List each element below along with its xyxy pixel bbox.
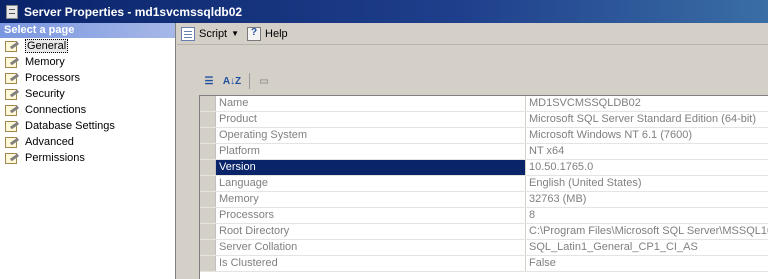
page-item-connections[interactable]: Connections: [0, 102, 175, 118]
page-item-permissions[interactable]: Permissions: [0, 150, 175, 166]
page-item-label: Database Settings: [25, 120, 115, 132]
row-gutter: [200, 128, 216, 143]
property-value[interactable]: MD1SVCMSSQLDB02: [526, 96, 768, 111]
page-item-label: Memory: [25, 56, 65, 68]
property-grid-toolbar: ☰ A↓Z ▭: [199, 71, 277, 91]
page-item-general[interactable]: General: [0, 38, 175, 54]
page-item-memory[interactable]: Memory: [0, 54, 175, 70]
window-title: Server Properties - md1svcmssqldb02: [24, 4, 243, 19]
property-name[interactable]: Product: [216, 112, 526, 127]
categorized-icon[interactable]: ☰: [199, 72, 219, 90]
property-value[interactable]: Microsoft Windows NT 6.1 (7600): [526, 128, 768, 143]
property-name[interactable]: Processors: [216, 208, 526, 223]
property-value[interactable]: Microsoft SQL Server Standard Edition (6…: [526, 112, 768, 127]
alphabetical-sort-button[interactable]: A↓Z: [222, 72, 242, 90]
property-row[interactable]: Platform NT x64: [200, 144, 768, 160]
page-item-security[interactable]: Security: [0, 86, 175, 102]
server-icon: [6, 4, 18, 19]
property-name[interactable]: Server Collation: [216, 240, 526, 255]
property-row[interactable]: Is Clustered False: [200, 256, 768, 272]
help-button[interactable]: Help: [247, 26, 288, 41]
property-value[interactable]: C:\Program Files\Microsoft SQL Server\MS…: [526, 224, 768, 239]
page-settings-icon: [4, 152, 20, 165]
page-item-label: General: [25, 39, 69, 53]
toolbar-separator: [249, 73, 250, 89]
property-row[interactable]: Version 10.50.1765.0: [200, 160, 768, 176]
property-name[interactable]: Language: [216, 176, 526, 191]
title-bar[interactable]: Server Properties - md1svcmssqldb02: [0, 0, 768, 23]
row-gutter: [200, 208, 216, 223]
page-list: General Memory Processors Security Connectio…: [0, 38, 175, 166]
page-item-label: Permissions: [25, 152, 85, 164]
main-toolbar: Script ▼ Help: [177, 23, 768, 45]
row-gutter: [200, 176, 216, 191]
help-label: Help: [265, 27, 288, 40]
property-value[interactable]: False: [526, 256, 768, 271]
page-settings-icon: [4, 56, 20, 69]
property-row[interactable]: Product Microsoft SQL Server Standard Edi…: [200, 112, 768, 128]
page-item-label: Security: [25, 88, 65, 100]
page-settings-icon: [4, 72, 20, 85]
page-item-label: Advanced: [25, 136, 74, 148]
page-settings-icon: [4, 120, 20, 133]
property-name[interactable]: Is Clustered: [216, 256, 526, 271]
property-row[interactable]: Server Collation SQL_Latin1_General_CP1_C…: [200, 240, 768, 256]
property-name[interactable]: Memory: [216, 192, 526, 207]
properties-pane: Script ▼ Help ☰ A↓Z ▭ NameMD1SVCMSSQLDB0…: [177, 23, 768, 279]
row-gutter: [200, 256, 216, 271]
property-value[interactable]: 10.50.1765.0: [526, 160, 768, 175]
property-row[interactable]: Root Directory C:\Program Files\Microsoft…: [200, 224, 768, 240]
page-item-database-settings[interactable]: Database Settings: [0, 118, 175, 134]
row-gutter: [200, 112, 216, 127]
property-pages-icon[interactable]: ▭: [254, 72, 274, 90]
page-settings-icon: [4, 136, 20, 149]
property-value[interactable]: NT x64: [526, 144, 768, 159]
property-row[interactable]: Language English (United States): [200, 176, 768, 192]
row-gutter: [200, 224, 216, 239]
select-page-pane: Select a page General Memory Processors Sec…: [0, 23, 176, 279]
page-settings-icon: [4, 104, 20, 117]
page-item-advanced[interactable]: Advanced: [0, 134, 175, 150]
property-row[interactable]: Memory 32763 (MB): [200, 192, 768, 208]
page-item-label: Processors: [25, 72, 81, 84]
row-gutter: [200, 96, 216, 111]
property-row[interactable]: Processors 8: [200, 208, 768, 224]
script-label: Script: [199, 27, 228, 40]
page-settings-icon: [4, 88, 20, 101]
help-icon: [247, 26, 262, 41]
page-settings-icon: [4, 40, 20, 53]
property-value[interactable]: 32763 (MB): [526, 192, 768, 207]
property-name[interactable]: Name: [216, 96, 526, 111]
row-gutter: [200, 144, 216, 159]
row-gutter: [200, 240, 216, 255]
alphabetical-icon: A↓Z: [222, 75, 242, 87]
page-item-label: Connections: [25, 104, 87, 116]
property-row[interactable]: Name MD1SVCMSSQLDB02: [200, 96, 768, 112]
property-value[interactable]: 8: [526, 208, 768, 223]
property-name[interactable]: Root Directory: [216, 224, 526, 239]
property-value[interactable]: SQL_Latin1_General_CP1_CI_AS: [526, 240, 768, 255]
property-name[interactable]: Version: [216, 160, 526, 175]
page-item-processors[interactable]: Processors: [0, 70, 175, 86]
property-name[interactable]: Operating System: [216, 128, 526, 143]
property-value[interactable]: English (United States): [526, 176, 768, 191]
script-icon: [181, 26, 195, 41]
property-name[interactable]: Platform: [216, 144, 526, 159]
script-button[interactable]: Script ▼: [181, 26, 239, 41]
chevron-down-icon[interactable]: ▼: [231, 29, 239, 38]
row-gutter: [200, 192, 216, 207]
property-grid: Name MD1SVCMSSQLDB02 Product Microsoft SQL …: [199, 95, 768, 279]
property-row[interactable]: Operating System Microsoft Windows NT 6.1…: [200, 128, 768, 144]
select-page-header: Select a page: [0, 23, 175, 38]
row-gutter: [200, 160, 216, 175]
